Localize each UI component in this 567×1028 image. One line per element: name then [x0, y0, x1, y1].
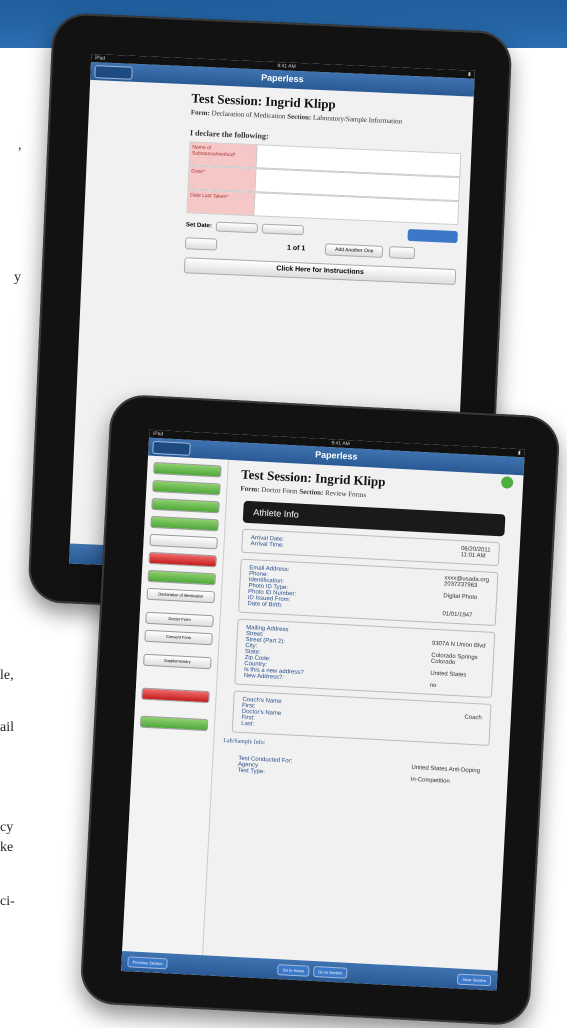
- previous-section-button[interactable]: Previous Section: [127, 955, 168, 969]
- sidebar-item-consent[interactable]: Consent Form: [144, 629, 213, 646]
- form-name: Declaration of Medication: [211, 109, 286, 121]
- text-fragment: cy: [0, 820, 14, 835]
- sidebar-item-declaration[interactable]: Declaration of Medication: [146, 587, 216, 604]
- sidebar-button[interactable]: [148, 551, 217, 568]
- field-label: Date Last Taken*: [187, 190, 256, 216]
- field-value: 01/01/1947: [442, 611, 473, 619]
- field-label: Dose*: [188, 166, 257, 192]
- date-field[interactable]: [215, 221, 259, 234]
- text-fragment: ,: [18, 138, 22, 153]
- form-label: Form:: [240, 484, 260, 494]
- section-label: Section:: [286, 112, 312, 122]
- sidebar-button[interactable]: [150, 515, 219, 532]
- field-value: Coach: [464, 714, 482, 722]
- add-another-button[interactable]: Add Another One: [325, 243, 384, 258]
- prev-button[interactable]: [184, 237, 218, 251]
- form-name: Doctor Form: [261, 485, 298, 496]
- field-label: Last:: [241, 720, 255, 728]
- identity-box: Email Address: Phone: Identification: Ph…: [237, 558, 499, 627]
- field-label: Arrival Time:: [250, 541, 285, 549]
- sidebar-button[interactable]: [141, 687, 210, 704]
- sidebar-button[interactable]: [149, 533, 218, 550]
- text-fragment: y: [14, 270, 21, 285]
- form-label: Form:: [190, 108, 211, 118]
- section-label: Section:: [299, 487, 324, 497]
- carrier-text: iPad: [94, 55, 106, 62]
- section-name: Review Forms: [324, 488, 367, 500]
- done-button[interactable]: [407, 228, 458, 244]
- section-name: Laboratory/Sample Information: [312, 113, 403, 126]
- set-date-label: Set Date:: [185, 222, 213, 230]
- sidebar-button[interactable]: [152, 479, 221, 496]
- text-fragment: ke: [0, 840, 14, 855]
- front-tablet: iPad 9:41 AM ▮ Paperless Declaration of …: [79, 393, 561, 1027]
- text-fragment: le,: [0, 668, 14, 683]
- go-to-section-button[interactable]: Go to Section: [312, 965, 348, 979]
- sidebar-item-supplementary[interactable]: Supplementary: [143, 653, 212, 670]
- status-time: 9:41 AM: [277, 63, 296, 70]
- save-section-button[interactable]: Save Section: [457, 973, 492, 986]
- field-label: Name of Substance/method*: [189, 142, 258, 168]
- battery-icon: ▮: [517, 450, 521, 457]
- text-fragment: ci-: [0, 894, 15, 909]
- coach-box: Coach's Name First: Doctor's Name First:…: [231, 690, 492, 746]
- pager: 1 of 1: [286, 244, 306, 252]
- text-fragment: ail: [0, 720, 14, 735]
- sidebar-button[interactable]: [151, 497, 220, 514]
- sidebar-button[interactable]: [139, 715, 209, 732]
- address-box: Mailing Address Street: Street (Part 2):…: [234, 618, 496, 698]
- sidebar-button[interactable]: [147, 569, 217, 586]
- lab-box: Test Conducted For: Agency Test Type: Un…: [229, 750, 488, 791]
- next-button[interactable]: [388, 246, 416, 260]
- sidebar-button[interactable]: [153, 461, 222, 478]
- date-field[interactable]: [261, 223, 305, 236]
- instructions-button[interactable]: Click Here for Instructions: [183, 257, 457, 286]
- front-tablet-screen: iPad 9:41 AM ▮ Paperless Declaration of …: [121, 429, 525, 991]
- carrier-text: iPad: [153, 430, 164, 438]
- main-content: Test Session: Ingrid Klipp Form: Doctor …: [206, 460, 517, 968]
- sidebar-item-doctor[interactable]: Doctor Form: [145, 611, 214, 628]
- home-button[interactable]: Go to Home: [277, 963, 310, 977]
- status-time: 9:41 AM: [331, 440, 350, 448]
- battery-icon: ▮: [467, 71, 471, 78]
